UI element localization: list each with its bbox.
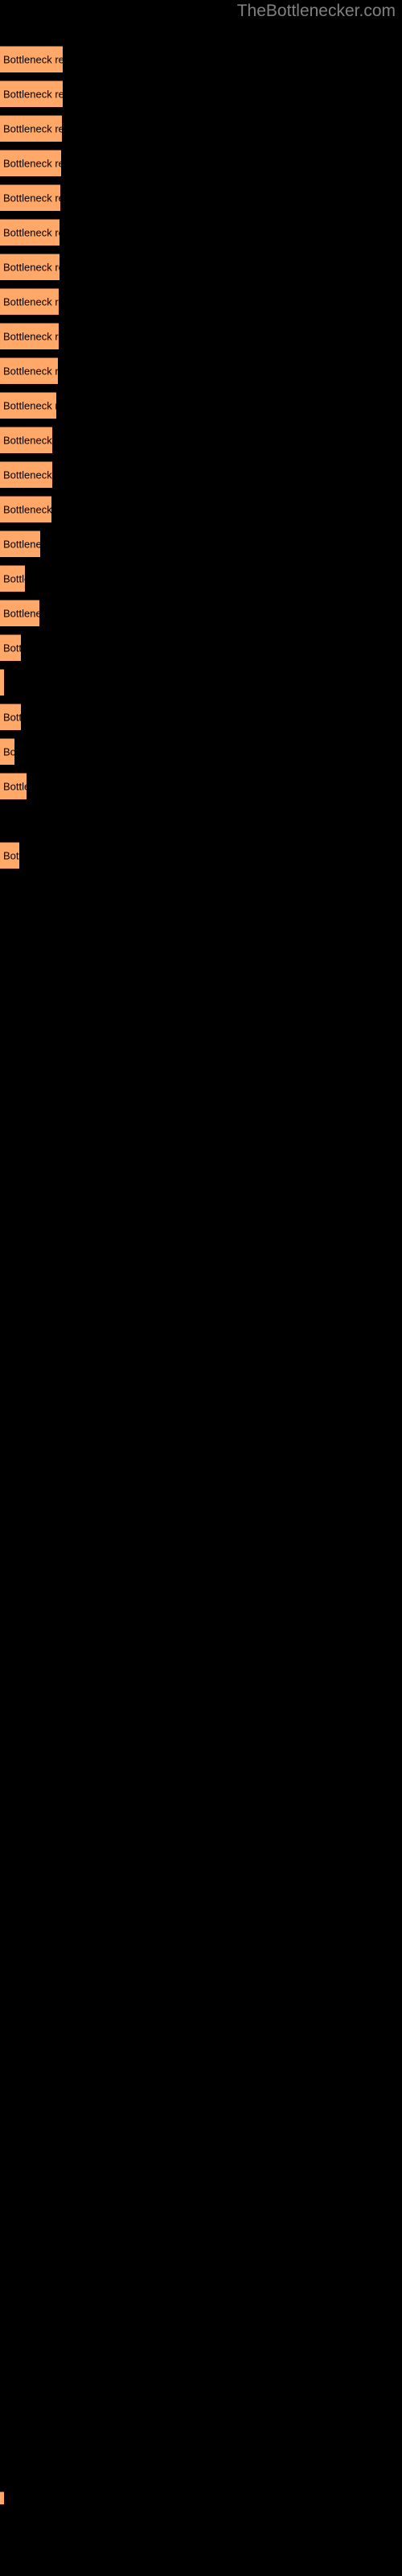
bottleneck-result-bar[interactable]: Bottleneck result (0, 496, 51, 522)
bottleneck-result-bar[interactable]: Bottleneck result (0, 80, 63, 107)
bar-label: Bottleneck result (3, 157, 61, 170)
bar-label: Bottleneck result (3, 226, 59, 239)
bottleneck-result-bar[interactable]: Bottleneck result (0, 461, 52, 488)
bottleneck-result-bar[interactable]: Bottleneck result (0, 773, 27, 799)
bar-label: Bottleneck result (3, 122, 62, 135)
bar-label: Bottleneck result (3, 53, 63, 66)
bar-label: Bottleneck result (3, 849, 19, 862)
bottleneck-result-bar[interactable]: Bottleneck result (0, 704, 21, 730)
bottleneck-result-bar[interactable]: Bottleneck result (0, 219, 59, 246)
bar-label: Bottleneck result (3, 642, 21, 654)
bottleneck-result-bar[interactable]: Bottleneck result (0, 184, 60, 211)
bottleneck-result-bar[interactable]: Bottleneck result (0, 254, 59, 280)
bottleneck-result-bar[interactable]: Bottleneck result (0, 530, 40, 557)
bar-label: Bottleneck result (3, 538, 40, 551)
bar-label: Bottleneck result (3, 434, 52, 447)
bar-label: Bottleneck result (3, 88, 63, 101)
bottleneck-result-bar[interactable]: Bottleneck result (0, 738, 14, 765)
bar-label: Bottleneck result (3, 469, 52, 481)
bar-label: Bottleneck result (3, 261, 59, 274)
bottleneck-result-bar[interactable]: Bottleneck result (0, 115, 62, 142)
bar-label: Bottleneck result (3, 330, 59, 343)
bar-label: Bottleneck result (3, 365, 58, 378)
bar-label: Bottleneck result (3, 503, 51, 516)
bar-label: Bottleneck result (3, 745, 14, 758)
bar-label: Bottleneck result (3, 780, 27, 793)
bottleneck-result-bar[interactable]: Bottleneck result (0, 669, 4, 696)
bottleneck-result-bar[interactable]: Bottleneck result (0, 600, 39, 626)
bar-label: Bottleneck result (3, 607, 39, 620)
bottleneck-result-bar[interactable]: Bottleneck result (0, 288, 59, 315)
bottleneck-result-bar[interactable]: Bottleneck result (0, 842, 19, 869)
bar-label: Bottleneck result (3, 572, 25, 585)
bottleneck-bar-chart: Bottleneck result Bottleneck result Bottle… (0, 0, 402, 2576)
chart-bottom-marker (0, 2491, 4, 2504)
bar-label: Bottleneck result (3, 399, 56, 412)
bottleneck-result-bar[interactable]: Bottleneck result (0, 323, 59, 349)
bottleneck-result-bar[interactable]: Bottleneck result (0, 46, 63, 72)
bottleneck-result-bar[interactable]: Bottleneck result (0, 150, 61, 176)
bar-label: Bottleneck result (3, 295, 59, 308)
bar-label: Bottleneck result (3, 677, 4, 689)
bar-label: Bottleneck result (3, 711, 21, 724)
bottleneck-result-bar[interactable]: Bottleneck result (0, 427, 52, 453)
bottleneck-result-bar[interactable]: Bottleneck result (0, 565, 25, 592)
bottleneck-result-bar[interactable]: Bottleneck result (0, 634, 21, 661)
bar-label: Bottleneck result (3, 192, 60, 204)
page-root: TheBottlenecker.com Bottleneck resultBot… (0, 0, 402, 2576)
bottleneck-result-bar[interactable]: Bottleneck result (0, 357, 58, 384)
bottleneck-result-bar[interactable]: Bottleneck result (0, 392, 56, 419)
